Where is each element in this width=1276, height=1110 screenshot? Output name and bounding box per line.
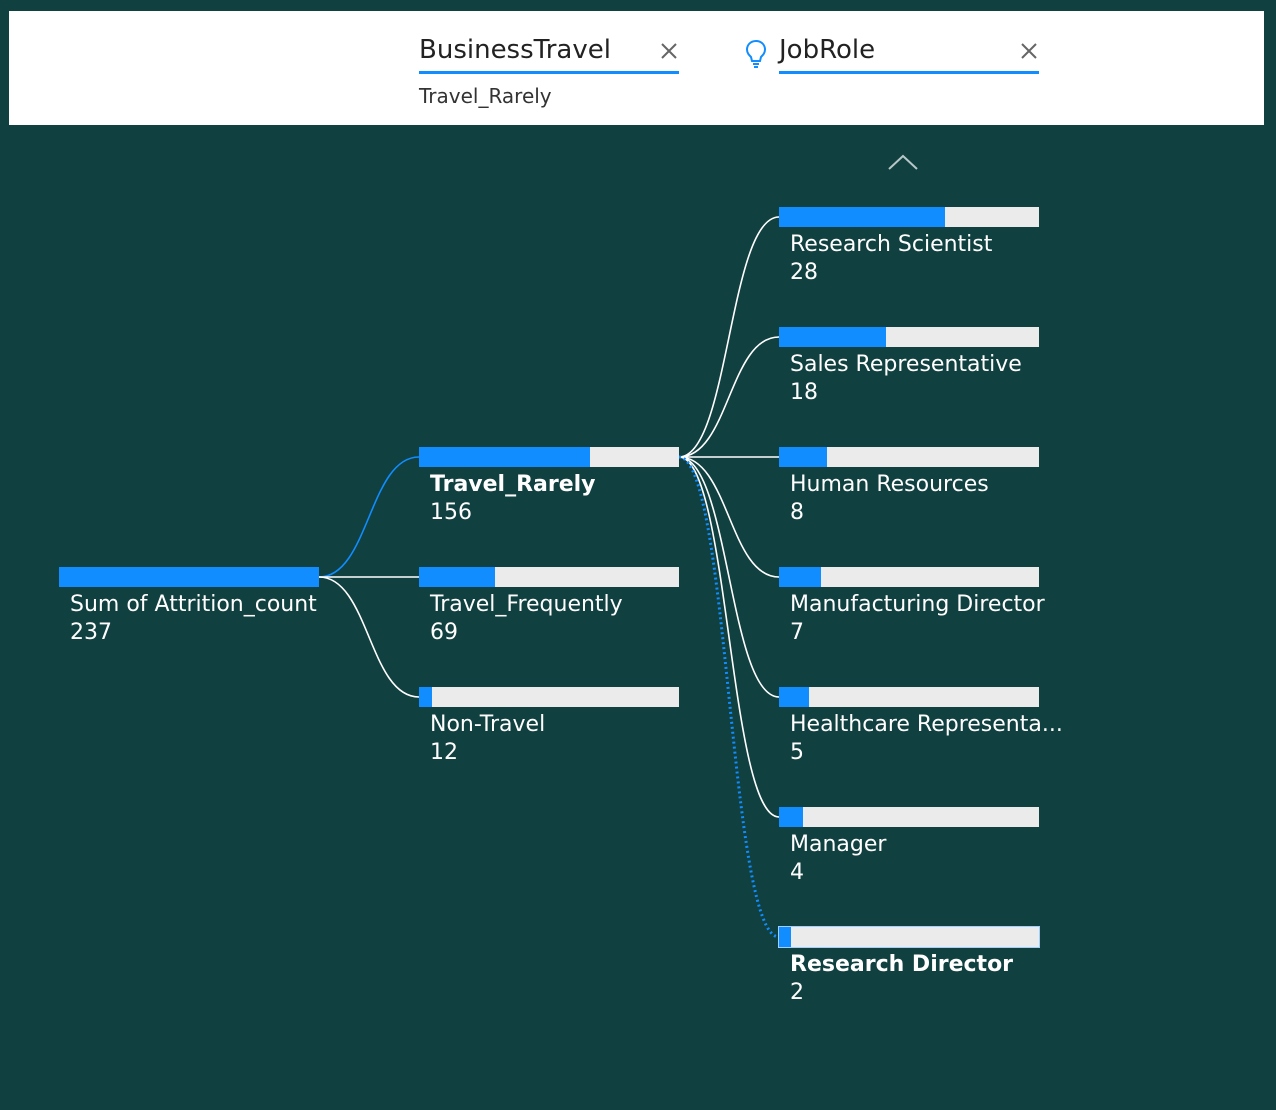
node-bar [779, 567, 1039, 587]
node-bar-fill [419, 447, 591, 467]
node-value: 18 [790, 380, 818, 405]
tree-node-research-director[interactable]: Research Director 2 [778, 926, 1040, 1017]
connector-line [678, 336, 780, 458]
node-bar [778, 926, 1040, 948]
node-label: Human Resources [790, 472, 989, 497]
tree-node-travel-frequently[interactable]: Travel_Frequently 69 [419, 567, 679, 657]
node-bar [779, 807, 1039, 827]
connector-line [318, 456, 420, 578]
node-label: Manufacturing Director [790, 592, 1045, 617]
node-bar-fill [779, 207, 946, 227]
tree-node-manufacturing-director[interactable]: Manufacturing Director 7 [779, 567, 1045, 657]
node-bar-fill [419, 687, 433, 707]
tree-node-manager[interactable]: Manager 4 [779, 807, 1039, 897]
node-label: Travel_Rarely [430, 472, 596, 497]
tree-node-human-resources[interactable]: Human Resources 8 [779, 447, 1039, 537]
connector-line [678, 456, 780, 818]
node-bar-fill [779, 807, 803, 827]
node-bar-fill [779, 447, 827, 467]
node-value: 5 [790, 740, 804, 765]
connector-line [678, 216, 780, 458]
node-bar-fill [419, 567, 495, 587]
node-bar-fill [779, 927, 791, 947]
node-label: Sales Representative [790, 352, 1022, 377]
node-bar-fill [779, 567, 821, 587]
node-label: Manager [790, 832, 887, 857]
connector-line [678, 456, 780, 578]
node-bar-fill [779, 687, 809, 707]
node-bar-fill [59, 567, 319, 587]
tree-node-sales-representative[interactable]: Sales Representative 18 [779, 327, 1039, 417]
connector-line-dashed [678, 455, 780, 939]
tree-node-research-scientist[interactable]: Research Scientist 28 [779, 207, 1039, 297]
tree-node-travel-rarely[interactable]: Travel_Rarely 156 [419, 447, 679, 537]
decomposition-tree [318, 216, 780, 939]
tree-node-sum-of-attrition-count[interactable]: Sum of Attrition_count 237 [59, 567, 319, 657]
node-value: 156 [430, 500, 472, 525]
node-bar [419, 687, 679, 707]
node-bar-fill [779, 327, 886, 347]
node-value: 8 [790, 500, 804, 525]
node-value: 69 [430, 620, 458, 645]
node-label: Research Director [790, 952, 1014, 977]
node-bar [779, 687, 1039, 707]
node-label: Sum of Attrition_count [70, 592, 317, 617]
node-bar [779, 207, 1039, 227]
node-bar [419, 447, 679, 467]
node-label: Healthcare Representa... [790, 712, 1063, 737]
node-value: 12 [430, 740, 458, 765]
node-label: Travel_Frequently [430, 592, 623, 617]
node-label: Non-Travel [430, 712, 546, 737]
tree-node-healthcare-representa[interactable]: Healthcare Representa... 5 [779, 687, 1063, 777]
node-label: Research Scientist [790, 232, 993, 257]
node-value: 28 [790, 260, 818, 285]
node-bar [779, 447, 1039, 467]
node-value: 2 [790, 980, 804, 1005]
connector-line [678, 456, 780, 698]
node-value: 237 [70, 620, 112, 645]
node-bar [779, 327, 1039, 347]
node-bar [59, 567, 319, 587]
connector-line [318, 576, 420, 698]
tree-node-non-travel[interactable]: Non-Travel 12 [419, 687, 679, 777]
node-value: 7 [790, 620, 804, 645]
node-value: 4 [790, 860, 804, 885]
node-bar [419, 567, 679, 587]
